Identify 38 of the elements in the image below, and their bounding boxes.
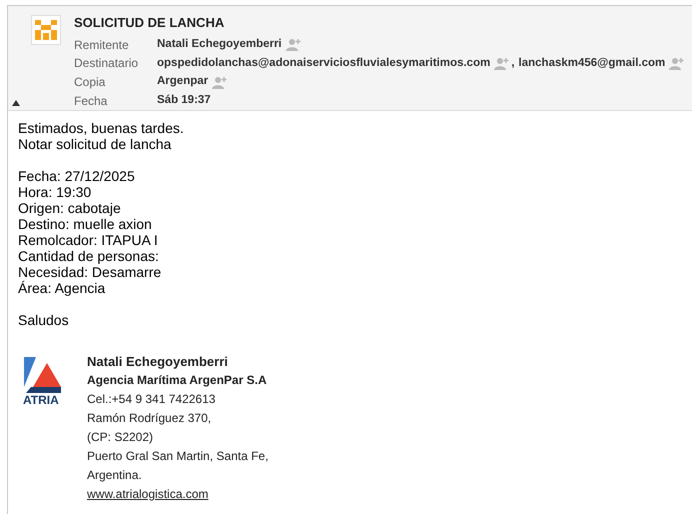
body-text: Destino: muelle axion xyxy=(18,216,153,232)
add-contact-icon[interactable] xyxy=(494,56,510,70)
field-label: Remitente xyxy=(74,36,130,54)
logo-icon xyxy=(24,357,61,393)
logo-text: ATRIA xyxy=(23,393,59,407)
body-text: Área: Agencia xyxy=(18,280,106,296)
signature-line: Ramón Rodríguez 370, xyxy=(87,410,212,427)
signature-line: (CP: S2202) xyxy=(87,429,154,446)
field-label: Copia xyxy=(74,74,106,92)
signature-name: Natali Echegoyemberri xyxy=(87,353,229,371)
signature-line: Puerto Gral San Martin, Santa Fe, xyxy=(87,448,268,465)
signature-line: Argentina. xyxy=(87,467,143,484)
separator-text: , xyxy=(511,56,515,71)
signature-line: Cel.:+54 9 341 7422613 xyxy=(87,391,216,408)
field-label: Fecha xyxy=(74,92,108,110)
add-contact-icon[interactable] xyxy=(669,56,686,70)
contact-name[interactable]: Argenpar xyxy=(157,73,208,91)
body-text: Saludos xyxy=(18,312,70,328)
field-label: Destinatario xyxy=(74,55,140,72)
avatar-icon xyxy=(31,15,61,45)
signature-company: Agencia Marítima ArgenPar S.A xyxy=(87,372,268,389)
email-subject: SOLICITUD DE LANCHA xyxy=(74,14,226,32)
body-text: Cantidad de personas: xyxy=(18,248,160,264)
body-text: Hora: 19:30 xyxy=(18,184,92,200)
body-text: Fecha: 27/12/2025 xyxy=(18,168,136,184)
body-text: Remolcador: ITAPUA I xyxy=(18,232,159,248)
contact-name[interactable]: opspedidolanchas@adonaiserviciosfluvialesymaritimos.com xyxy=(157,54,490,72)
contact-name[interactable]: Natali Echegoyemberri xyxy=(157,36,282,54)
body-text: Origen: cabotaje xyxy=(18,200,122,216)
collapse-toggle[interactable] xyxy=(12,100,20,106)
body-text: Necesidad: Desamarre xyxy=(18,264,162,280)
date-value: Sáb 19:37 xyxy=(157,93,211,108)
contact-name[interactable]: lanchaskm456@gmail.com xyxy=(518,54,666,72)
body-text: Notar solicitud de lancha xyxy=(18,136,172,152)
add-contact-icon[interactable] xyxy=(286,38,302,52)
website-link[interactable]: www.atrialogistica.com xyxy=(87,485,268,504)
body-text: Estimados, buenas tardes. xyxy=(18,120,185,136)
add-contact-icon[interactable] xyxy=(212,76,228,89)
